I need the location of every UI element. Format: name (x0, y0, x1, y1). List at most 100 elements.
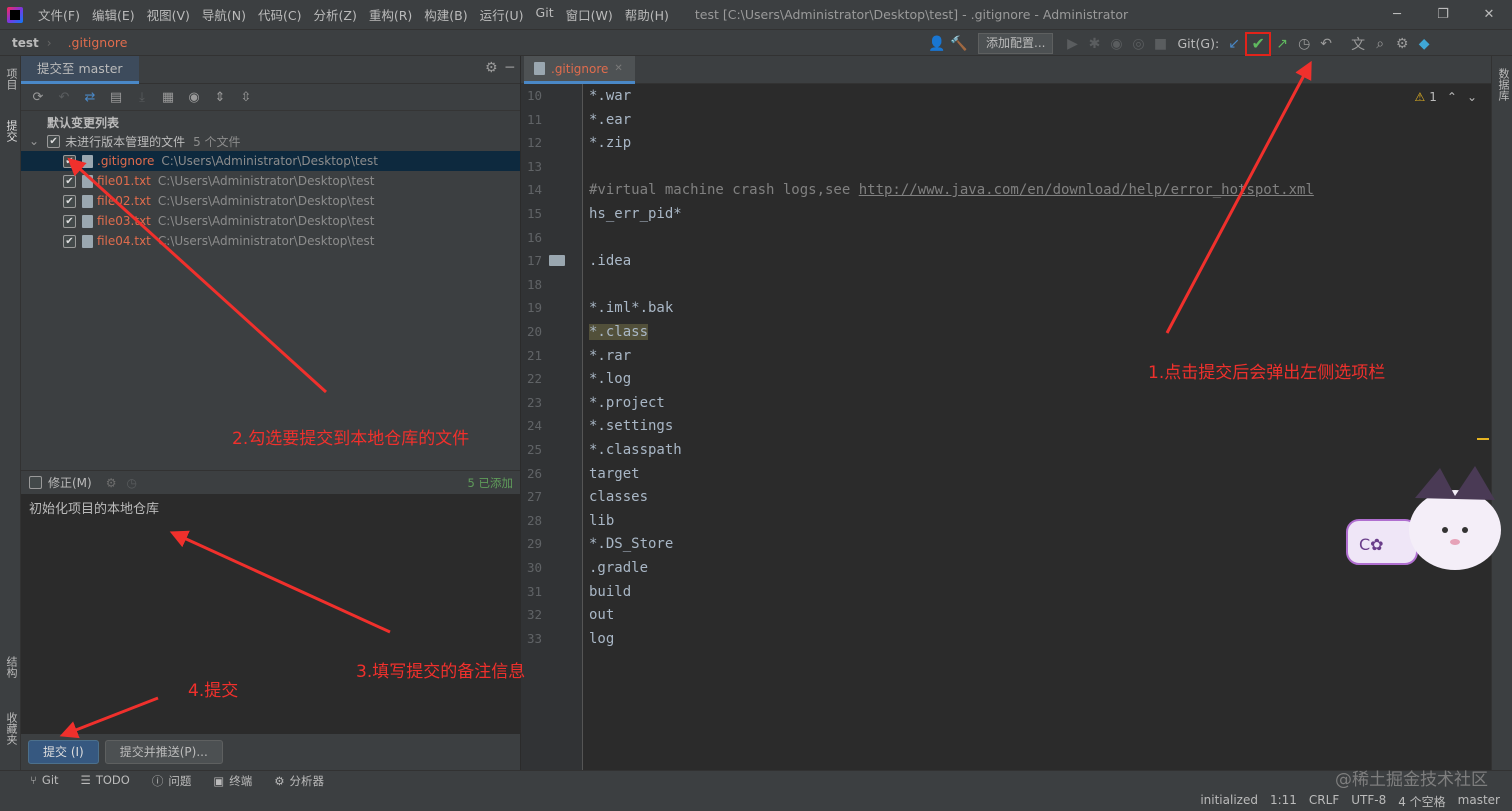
file-row[interactable]: ✔ .gitignore C:\Users\Administrator\Deskto… (21, 151, 520, 171)
database-tool-tab[interactable]: 数据库 (1495, 68, 1511, 101)
git-update-icon[interactable]: ↙ (1223, 33, 1245, 55)
file-checkbox[interactable]: ✔ (63, 194, 76, 208)
code-line[interactable]: *.class (589, 320, 649, 344)
code-line[interactable]: log (589, 627, 614, 651)
file-row[interactable]: ✔ file01.txt C:\Users\Administrator\Deskto… (21, 171, 520, 191)
coverage-icon[interactable]: ◉ (1105, 33, 1127, 55)
profile-icon[interactable]: ◎ (1127, 33, 1149, 55)
code-line[interactable]: hs_err_pid* (589, 202, 682, 226)
expand-all-icon[interactable]: ⇕ (209, 86, 231, 108)
run-icon[interactable]: ▶ (1061, 33, 1083, 55)
commit-options-gear-icon[interactable]: ⚙ (106, 476, 117, 490)
unversioned-group-row[interactable]: ⌄ ✔ 未进行版本管理的文件 5 个文件 (21, 131, 520, 151)
code-line[interactable]: *.rar (589, 344, 631, 368)
settings-gear-icon[interactable]: ⚙ (1391, 33, 1413, 55)
collapse-all-icon[interactable]: ⇳ (235, 86, 257, 108)
status-widget[interactable]: 1:11 (1270, 793, 1297, 810)
breadcrumb-project[interactable]: test (12, 36, 39, 50)
inspection-widget[interactable]: ⚠ 1 ⌃ ⌄ (1414, 90, 1477, 104)
maximize-icon[interactable]: ❐ (1420, 0, 1466, 29)
stop-icon[interactable]: ■ (1149, 33, 1171, 55)
previous-highlight-icon[interactable]: ⌃ (1447, 90, 1457, 104)
code-line[interactable]: *.project (589, 391, 665, 415)
amend-label[interactable]: 修正(M) (48, 474, 92, 491)
code-line[interactable]: *.DS_Store (589, 532, 673, 556)
panel-settings-icon[interactable]: ⚙ (485, 60, 498, 76)
code-line[interactable]: *.iml*.bak (589, 296, 673, 320)
commit-tool-tab[interactable]: 提交 (3, 120, 19, 142)
tool-button[interactable]: ☰ TODO (81, 773, 130, 789)
shelve-icon[interactable]: ▤ (105, 86, 127, 108)
add-configuration-button[interactable]: 添加配置... (978, 33, 1054, 54)
tool-button[interactable]: ⚙ 分析器 (274, 773, 324, 789)
code-line[interactable]: out (589, 603, 614, 627)
commit-history-icon[interactable]: ◷ (126, 476, 136, 490)
tool-button[interactable]: ⓘ 问题 (152, 773, 192, 789)
menu-item[interactable]: 窗口(W) (560, 5, 619, 24)
status-widget[interactable]: initialized (1200, 793, 1258, 810)
file-checkbox[interactable]: ✔ (63, 234, 76, 248)
rollback-icon[interactable]: ↶ (1315, 33, 1337, 55)
commit-and-push-button[interactable]: 提交并推送(P)... (104, 740, 223, 764)
structure-tool-tab[interactable]: 结构 (3, 656, 19, 678)
menu-item[interactable]: 构建(B) (418, 5, 473, 24)
menu-item[interactable]: 重构(R) (363, 5, 418, 24)
diff-arrows-icon[interactable]: ⇄ (79, 86, 101, 108)
git-push-icon[interactable]: ↗ (1271, 33, 1293, 55)
build-hammer-icon[interactable]: 🔨 (948, 33, 970, 55)
file-row[interactable]: ✔ file02.txt C:\Users\Administrator\Deskto… (21, 191, 520, 211)
menu-item[interactable]: 代码(C) (252, 5, 307, 24)
rollback-icon[interactable]: ↶ (53, 86, 75, 108)
code-line[interactable]: #virtual machine crash logs,see http://w… (589, 178, 1314, 202)
tool-button[interactable]: ▣ 终端 (213, 773, 252, 789)
file-row[interactable]: ✔ file03.txt C:\Users\Administrator\Deskto… (21, 211, 520, 231)
status-widget[interactable]: CRLF (1309, 793, 1339, 810)
plugin-logo-icon[interactable]: ◆ (1413, 33, 1435, 55)
code-line[interactable]: .gradle (589, 556, 648, 580)
status-widget[interactable]: master (1458, 793, 1500, 810)
status-widget[interactable]: UTF-8 (1351, 793, 1386, 810)
code-line[interactable]: lib (589, 509, 614, 533)
menu-item[interactable]: 文件(F) (32, 5, 86, 24)
minimize-icon[interactable]: ─ (1374, 0, 1420, 29)
commit-to-branch-tab[interactable]: 提交至 master (21, 55, 139, 84)
code-line[interactable]: target (589, 462, 640, 486)
git-commit-icon[interactable]: ✔ (1245, 31, 1272, 56)
debug-icon[interactable]: ✱ (1083, 33, 1105, 55)
translate-icon[interactable]: 文 (1347, 33, 1369, 55)
download-icon[interactable]: ⤓ (131, 86, 153, 108)
code-line[interactable]: build (589, 580, 631, 604)
scrollbar-warning-mark[interactable] (1477, 438, 1489, 440)
tab-close-icon[interactable]: ✕ (614, 63, 622, 74)
refresh-icon[interactable]: ⟳ (27, 86, 49, 108)
amend-checkbox[interactable] (29, 476, 42, 489)
code-line[interactable]: *.ear (589, 108, 631, 132)
search-icon[interactable]: ⌕ (1369, 33, 1391, 55)
menu-item[interactable]: 运行(U) (474, 5, 530, 24)
code-line[interactable]: *.zip (589, 131, 631, 155)
user-icon[interactable]: 👤 (926, 33, 948, 55)
next-highlight-icon[interactable]: ⌄ (1467, 90, 1477, 104)
commit-button[interactable]: 提交 (I) (28, 740, 99, 764)
menu-item[interactable]: 帮助(H) (619, 5, 675, 24)
file-checkbox[interactable]: ✔ (63, 174, 76, 188)
editor-tab-gitignore[interactable]: .gitignore ✕ (524, 56, 635, 84)
menu-item[interactable]: Git (530, 5, 560, 24)
menu-item[interactable]: 分析(Z) (308, 5, 363, 24)
file-checkbox[interactable]: ✔ (63, 154, 76, 168)
close-icon[interactable]: ✕ (1466, 0, 1512, 29)
code-line[interactable]: *.log (589, 367, 631, 391)
menu-item[interactable]: 导航(N) (196, 5, 252, 24)
eye-icon[interactable]: ◉ (183, 86, 205, 108)
code-line[interactable]: .idea (589, 249, 631, 273)
comment-link[interactable]: http://www.java.com/en/download/help/err… (859, 182, 1314, 198)
menu-item[interactable]: 编辑(E) (86, 5, 141, 24)
code-line[interactable]: classes (589, 485, 648, 509)
project-tool-tab[interactable]: 项目 (3, 68, 19, 90)
code-line[interactable]: *.war (589, 84, 631, 108)
history-icon[interactable]: ◷ (1293, 33, 1315, 55)
file-checkbox[interactable]: ✔ (63, 214, 76, 228)
group-by-icon[interactable]: ▦ (157, 86, 179, 108)
commit-message-input[interactable]: 初始化项目的本地仓库 (21, 494, 520, 734)
group-checkbox[interactable]: ✔ (47, 134, 61, 148)
